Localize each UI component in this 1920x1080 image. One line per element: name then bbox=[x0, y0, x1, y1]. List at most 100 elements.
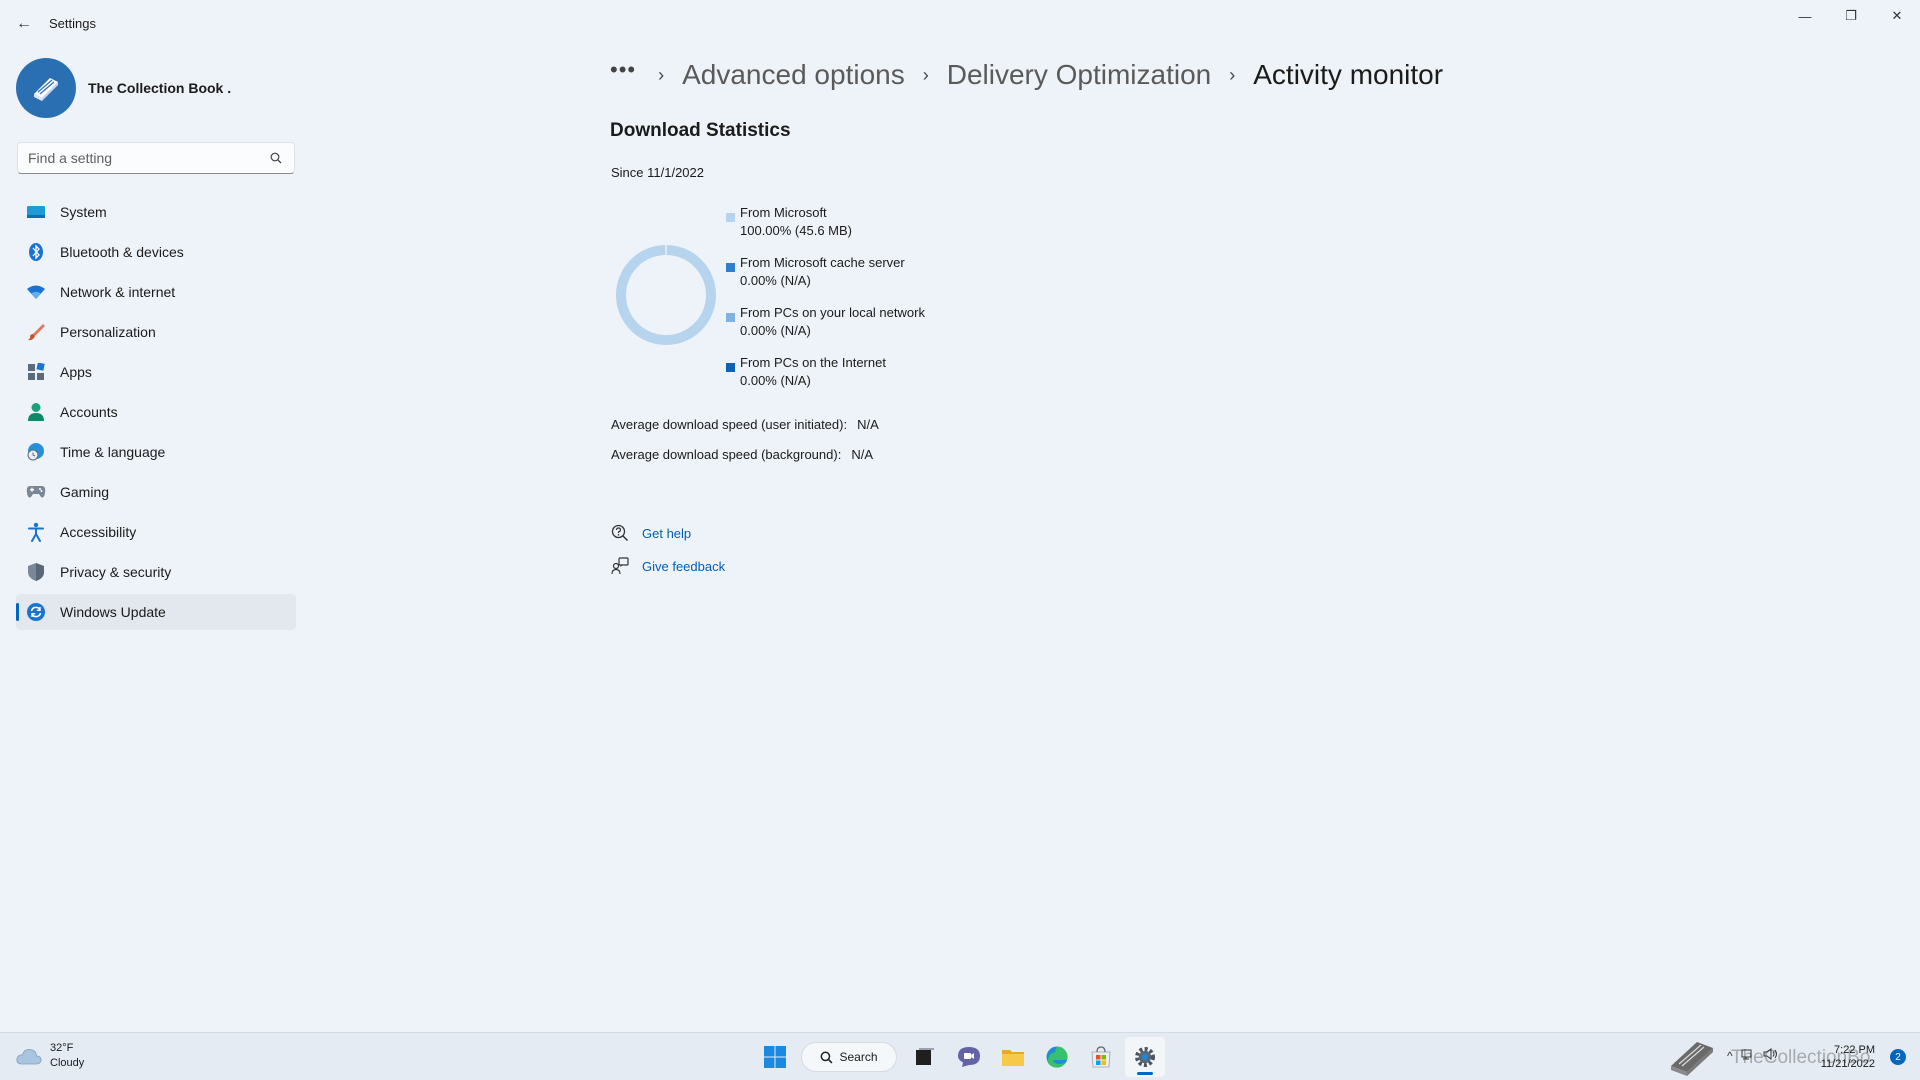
close-icon: ✕ bbox=[1891, 8, 1903, 23]
settings-app-button[interactable] bbox=[1125, 1037, 1165, 1077]
legend-value: 0.00% (N/A) bbox=[740, 323, 811, 338]
legend-item-microsoft: From Microsoft 100.00% (45.6 MB) bbox=[726, 204, 1026, 254]
gear-icon bbox=[1135, 1047, 1155, 1067]
legend-name: From PCs on your local network bbox=[740, 305, 925, 320]
weather-widget[interactable]: 32°F Cloudy bbox=[16, 1041, 84, 1071]
taskbar-clock[interactable]: 7:22 PM 11/21/2022 bbox=[1815, 1043, 1875, 1071]
sidebar-item-label: Time & language bbox=[60, 444, 166, 460]
person-icon bbox=[26, 402, 46, 422]
store-icon bbox=[1091, 1046, 1111, 1068]
windows-logo-icon bbox=[764, 1046, 786, 1068]
settings-search[interactable] bbox=[17, 142, 295, 174]
edge-icon bbox=[1046, 1046, 1068, 1068]
weather-text: 32°F Cloudy bbox=[50, 1041, 84, 1071]
avg-speed-background-value: N/A bbox=[851, 447, 873, 462]
legend-swatch bbox=[726, 213, 735, 222]
since-date: Since 11/1/2022 bbox=[611, 165, 704, 180]
get-help-label[interactable]: Get help bbox=[642, 526, 691, 541]
sidebar-item-label: Windows Update bbox=[60, 604, 166, 620]
start-button[interactable] bbox=[755, 1037, 795, 1077]
legend-swatch bbox=[726, 313, 735, 322]
taskbar-search-button[interactable]: Search bbox=[801, 1042, 897, 1072]
back-arrow-icon: ← bbox=[16, 15, 32, 32]
update-icon bbox=[26, 602, 46, 622]
legend-item-internet: From PCs on the Internet 0.00% (N/A) bbox=[726, 354, 1026, 404]
avatar bbox=[16, 58, 76, 118]
shield-icon bbox=[26, 562, 46, 582]
legend-name: From PCs on the Internet bbox=[740, 355, 886, 370]
folder-icon bbox=[1002, 1050, 1024, 1066]
sidebar-item-accessibility[interactable]: Accessibility bbox=[16, 514, 296, 550]
sidebar-item-label: Personalization bbox=[60, 324, 156, 340]
sidebar-item-windows-update[interactable]: Windows Update bbox=[16, 594, 296, 630]
chevron-up-icon[interactable]: ^ bbox=[1727, 1049, 1733, 1063]
breadcrumb: ••• › Advanced options › Delivery Optimi… bbox=[610, 52, 1443, 98]
microsoft-store-button[interactable] bbox=[1081, 1037, 1121, 1077]
legend-item-local-network: From PCs on your local network 0.00% (N/… bbox=[726, 304, 1026, 354]
feedback-icon bbox=[610, 556, 630, 576]
app-title: Settings bbox=[49, 16, 96, 31]
sidebar-item-time-language[interactable]: Time & language bbox=[16, 434, 296, 470]
minimize-button[interactable]: — bbox=[1782, 0, 1828, 32]
avg-speed-background: Average download speed (background): N/A bbox=[611, 447, 873, 462]
help-icon bbox=[610, 523, 630, 543]
edge-browser-button[interactable] bbox=[1037, 1037, 1077, 1077]
sidebar-item-apps[interactable]: Apps bbox=[16, 354, 296, 390]
clock-time: 7:22 PM bbox=[1834, 1044, 1875, 1056]
sidebar-item-label: Apps bbox=[60, 364, 92, 380]
sidebar-item-privacy[interactable]: Privacy & security bbox=[16, 554, 296, 590]
book-icon bbox=[34, 78, 58, 101]
legend-name: From Microsoft cache server bbox=[740, 255, 905, 270]
legend-item-cache-server: From Microsoft cache server 0.00% (N/A) bbox=[726, 254, 1026, 304]
clock-date: 11/21/2022 bbox=[1820, 1058, 1875, 1070]
user-profile[interactable]: The Collection Book . bbox=[16, 56, 296, 120]
task-view-button[interactable] bbox=[905, 1037, 945, 1077]
search-icon[interactable] bbox=[268, 150, 284, 166]
close-button[interactable]: ✕ bbox=[1874, 0, 1920, 32]
get-help-link[interactable]: Get help bbox=[610, 523, 691, 543]
watermark-book-logo bbox=[1665, 1035, 1721, 1079]
taskbar-search-label: Search bbox=[839, 1050, 878, 1064]
sidebar-item-label: Privacy & security bbox=[60, 564, 172, 580]
accessibility-icon bbox=[26, 522, 46, 542]
legend-value: 0.00% (N/A) bbox=[740, 273, 811, 288]
cloud-icon bbox=[16, 1049, 42, 1065]
sidebar-item-network[interactable]: Network & internet bbox=[16, 274, 296, 310]
tray-icons[interactable]: ^ bbox=[1727, 1048, 1787, 1063]
taskbar-apps: Search bbox=[755, 1037, 1169, 1077]
breadcrumb-delivery-optimization[interactable]: Delivery Optimization bbox=[947, 59, 1212, 91]
download-source-donut-chart bbox=[616, 245, 716, 345]
breadcrumb-chevron-icon: › bbox=[658, 64, 665, 85]
sidebar-item-gaming[interactable]: Gaming bbox=[16, 474, 296, 510]
legend-value: 0.00% (N/A) bbox=[740, 373, 811, 388]
sidebar-item-label: Bluetooth & devices bbox=[60, 244, 184, 260]
profile-name: The Collection Book . bbox=[88, 80, 232, 96]
give-feedback-link[interactable]: Give feedback bbox=[610, 556, 725, 576]
system-tray: TheCollectionBo ^ 7:22 PM 11/21/2022 2 bbox=[1665, 1033, 1906, 1080]
sidebar-item-accounts[interactable]: Accounts bbox=[16, 394, 296, 430]
sidebar-item-label: Accounts bbox=[60, 404, 118, 420]
notification-badge[interactable]: 2 bbox=[1890, 1049, 1906, 1065]
back-button[interactable]: ← bbox=[12, 12, 36, 36]
give-feedback-label[interactable]: Give feedback bbox=[642, 559, 725, 574]
wifi-icon bbox=[26, 282, 46, 302]
donut-segment-0 bbox=[616, 245, 716, 345]
teams-chat-button[interactable] bbox=[949, 1037, 989, 1077]
sidebar-item-system[interactable]: System bbox=[16, 194, 296, 230]
brush-icon bbox=[26, 322, 46, 342]
breadcrumb-advanced-options[interactable]: Advanced options bbox=[682, 59, 905, 91]
restore-button[interactable]: ❐ bbox=[1828, 0, 1874, 32]
network-icon[interactable] bbox=[1741, 1048, 1755, 1063]
file-explorer-button[interactable] bbox=[993, 1037, 1033, 1077]
volume-icon[interactable] bbox=[1763, 1048, 1779, 1063]
legend-value: 100.00% (45.6 MB) bbox=[740, 223, 853, 238]
sidebar-nav: System Bluetooth & devices Network & int… bbox=[16, 194, 296, 634]
breadcrumb-more-button[interactable]: ••• bbox=[610, 59, 636, 91]
avg-speed-background-label: Average download speed (background): bbox=[611, 447, 842, 462]
sidebar-item-label: Accessibility bbox=[60, 524, 137, 540]
sidebar-item-personalization[interactable]: Personalization bbox=[16, 314, 296, 350]
taskbar: 32°F Cloudy Search TheCollectionBo ^ 7:2… bbox=[0, 1032, 1920, 1080]
search-input[interactable] bbox=[28, 150, 268, 166]
weather-condition: Cloudy bbox=[50, 1057, 85, 1069]
sidebar-item-bluetooth[interactable]: Bluetooth & devices bbox=[16, 234, 296, 270]
